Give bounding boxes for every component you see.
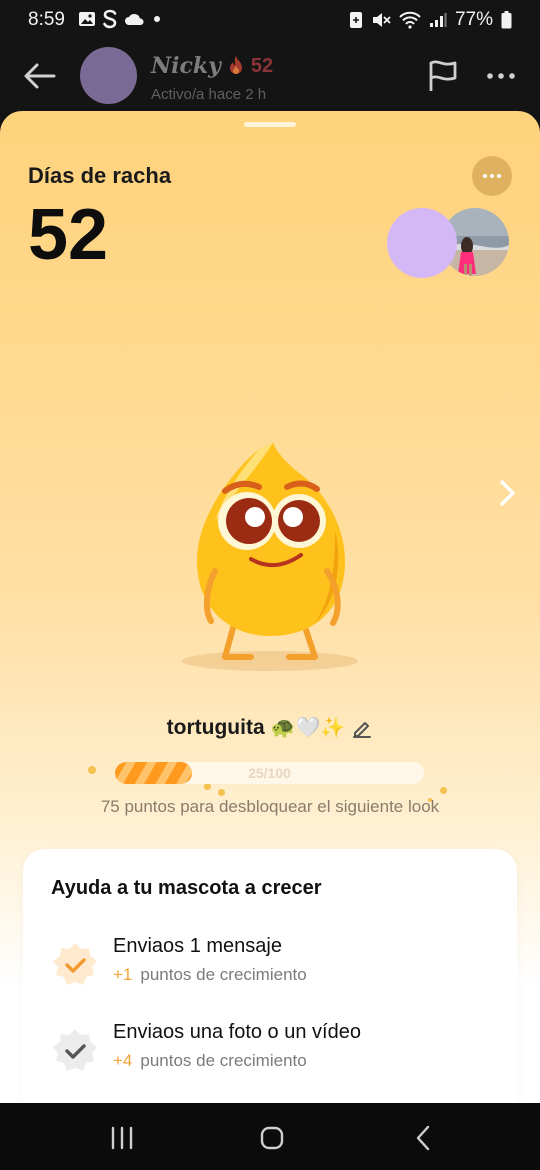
- s-app-icon: [103, 9, 117, 29]
- chat-header: Nicky 52 Activo/a hace 2 h: [0, 40, 540, 112]
- cloud-icon: [125, 14, 144, 25]
- sheet-more-button[interactable]: [472, 156, 512, 196]
- tasks-card-title: Ayuda a tu mascota a crecer: [51, 877, 322, 899]
- task-item[interactable]: Enviaos 1 mensaje +1 puntos de crecimient…: [51, 935, 491, 995]
- gallery-icon: [79, 12, 95, 26]
- pet-name: tortuguita: [166, 715, 265, 739]
- wifi-icon: [399, 11, 421, 29]
- sparkle-dot: [218, 789, 225, 796]
- home-icon[interactable]: [257, 1123, 287, 1153]
- task-pending-check-icon: [53, 1029, 97, 1071]
- battery-percent: 77%: [454, 9, 493, 30]
- status-bar: 8:59 77%: [0, 0, 540, 40]
- progress-caption: 75 puntos para desbloquear el siguiente …: [100, 797, 440, 816]
- contact-name: Nicky: [151, 53, 221, 79]
- pet-mascot[interactable]: [175, 431, 365, 671]
- task-completed-check-icon: [53, 943, 97, 985]
- tasks-card: Ayuda a tu mascota a crecer Enviaos 1 me…: [23, 849, 517, 1103]
- avatar: [387, 208, 457, 278]
- contact-avatar[interactable]: [80, 47, 137, 104]
- system-nav-bar: [0, 1103, 540, 1170]
- streak-value: 52: [28, 195, 109, 275]
- mute-icon: [372, 13, 391, 27]
- edit-pencil-icon[interactable]: [351, 717, 373, 739]
- notification-dot-icon: [154, 16, 160, 22]
- task-title: Enviaos una foto o un vídeo: [113, 1021, 361, 1043]
- task-points: +1 puntos de crecimiento: [113, 965, 307, 984]
- growth-progress-bar: 25/100: [115, 762, 424, 784]
- battery-icon: [501, 11, 512, 29]
- task-points: +4 puntos de crecimiento: [113, 1051, 307, 1070]
- fire-icon: [229, 56, 242, 74]
- pet-name-emoji: 🐢🤍✨: [270, 717, 346, 739]
- status-left-icons: [78, 9, 162, 29]
- back-arrow-icon[interactable]: [20, 58, 60, 94]
- task-title: Enviaos 1 mensaje: [113, 935, 282, 957]
- sparkle-dot: [88, 766, 96, 774]
- streak-label: Días de racha: [28, 163, 172, 188]
- recent-apps-icon[interactable]: [107, 1123, 137, 1153]
- more-options-icon[interactable]: [483, 62, 519, 90]
- task-item[interactable]: Enviaos una foto o un vídeo +4 puntos de …: [51, 1021, 491, 1081]
- sparkle-dot: [204, 783, 211, 790]
- sparkle-dot: [440, 787, 447, 794]
- active-status: Activo/a hace 2 h: [151, 86, 267, 103]
- status-right-icons: 77%: [349, 9, 512, 31]
- growth-progress-text: 25/100: [248, 765, 291, 781]
- streak-sheet: Días de racha 52 tortuguita 🐢🤍✨ 25/100 7…: [0, 111, 540, 1103]
- flag-icon[interactable]: [425, 58, 461, 94]
- status-time: 8:59: [28, 9, 65, 30]
- sheet-grabber[interactable]: [244, 122, 296, 127]
- nfc-icon: [349, 12, 362, 28]
- contact-streak-count: 52: [250, 54, 274, 77]
- next-chevron-icon[interactable]: [494, 478, 520, 508]
- contact-name-row[interactable]: Nicky 52: [151, 53, 273, 79]
- signal-icon: [429, 13, 447, 27]
- pet-name-row: tortuguita 🐢🤍✨: [0, 715, 540, 740]
- participant-avatars: [387, 208, 512, 278]
- nav-back-icon[interactable]: [409, 1123, 439, 1153]
